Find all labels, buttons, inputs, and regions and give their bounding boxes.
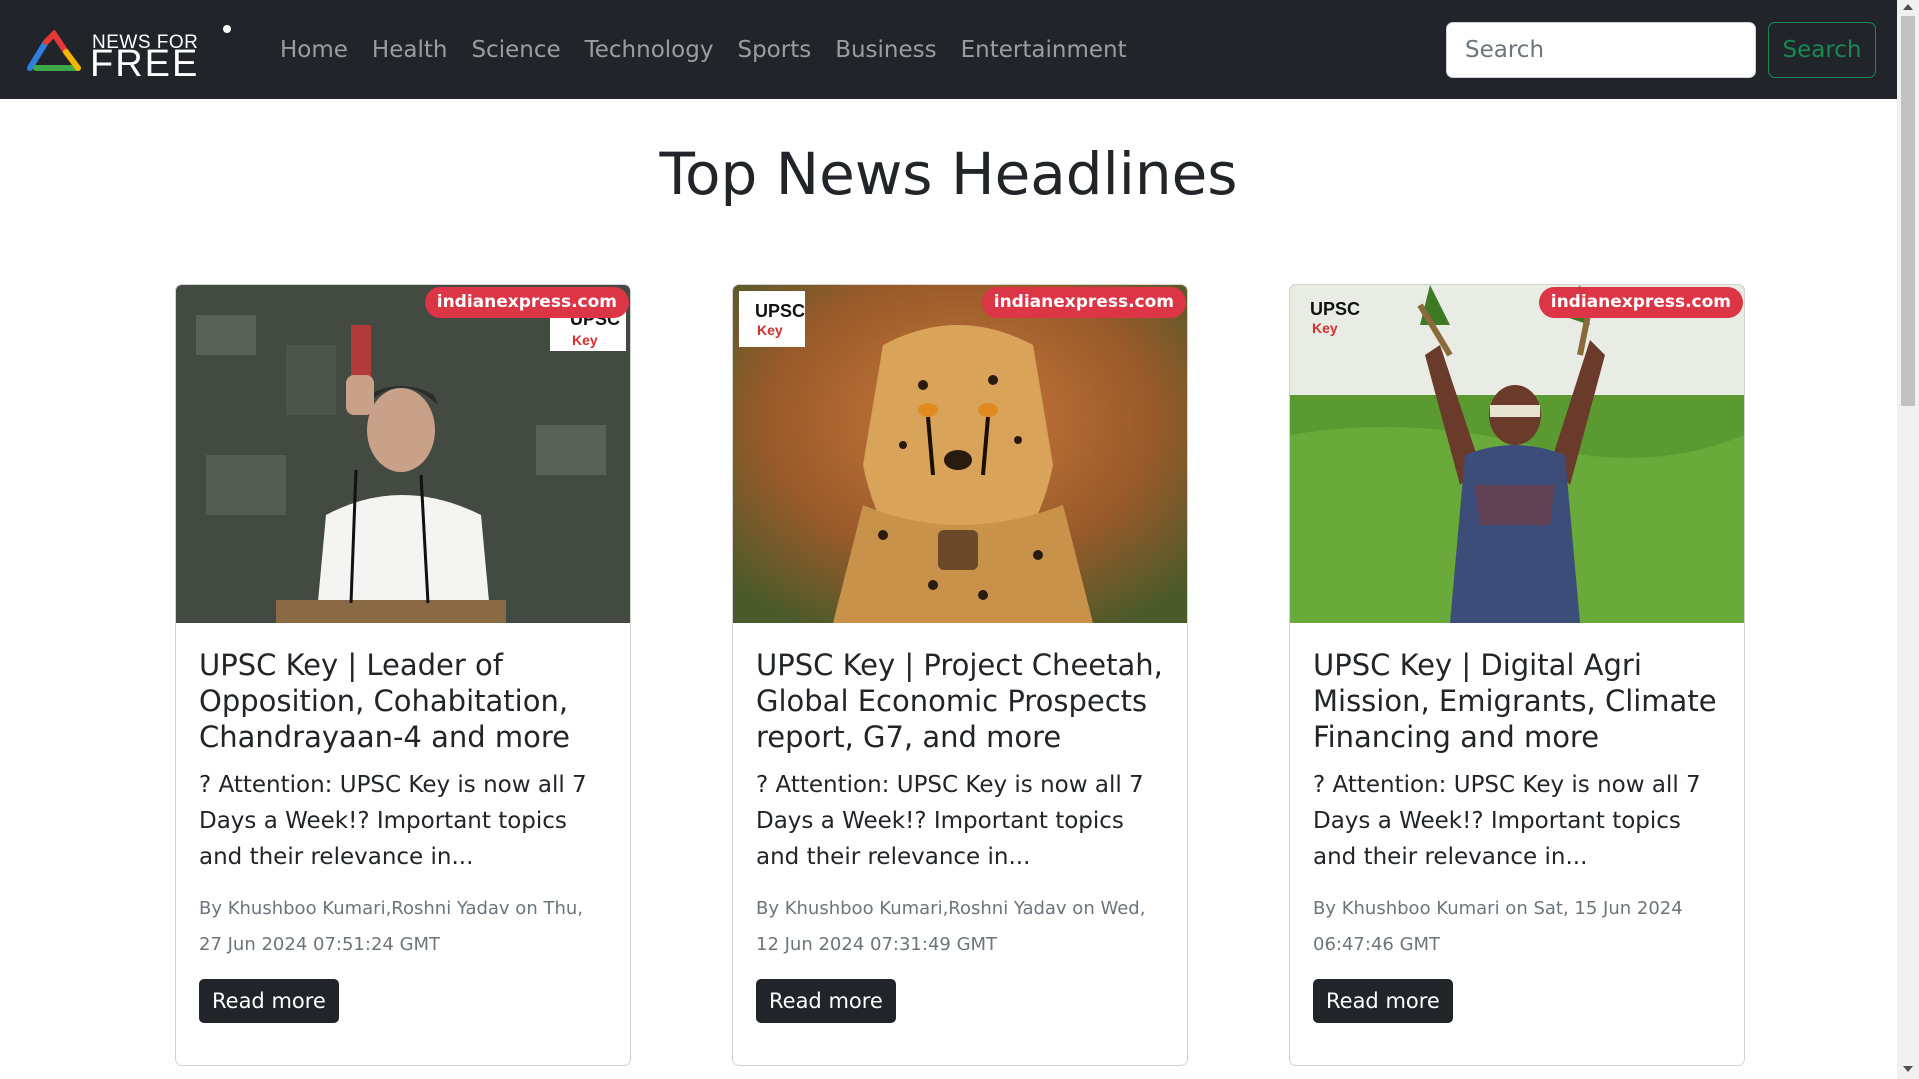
scroll-down-arrow-icon[interactable]	[1903, 1066, 1913, 1072]
search-button[interactable]: Search	[1768, 22, 1876, 78]
card-description: ? Attention: UPSC Key is now all 7 Days …	[199, 772, 587, 870]
card-title: UPSC Key | Digital Agri Mission, Emigran…	[1313, 648, 1717, 754]
card-1-logo-key: Key	[572, 332, 598, 348]
card-body: UPSC Key | Digital Agri Mission, Emigran…	[1313, 647, 1723, 1023]
search-input[interactable]	[1446, 22, 1756, 78]
card-title: UPSC Key | Leader of Opposition, Cohabit…	[199, 648, 570, 754]
card-2-logo-key: Key	[757, 322, 783, 338]
nav-item-entertainment[interactable]: Entertainment	[949, 34, 1139, 66]
nav-item-health[interactable]: Health	[360, 34, 460, 66]
brand-logo[interactable]: NEWS FOR FREE	[26, 22, 231, 84]
source-badge: indianexpress.com	[424, 287, 629, 318]
scroll-up-arrow-icon[interactable]	[1903, 4, 1913, 10]
logo-triangle-icon	[27, 30, 81, 71]
read-more-button[interactable]: Read more	[756, 979, 896, 1023]
source-badge: indianexpress.com	[981, 287, 1186, 318]
news-card: UPSC Key indianexpress.com UPSC Key | Di…	[1289, 284, 1745, 1066]
news-image[interactable]: UPSC Key indianexpress.com	[1290, 285, 1744, 623]
brand-dot	[223, 25, 231, 33]
card-meta: By Khushboo Kumari,Roshni Yadav on Wed, …	[756, 898, 1146, 955]
card-3-logo-key: Key	[1312, 320, 1338, 336]
page-title: Top News Headlines	[659, 140, 1238, 208]
news-image[interactable]: UPSC Key indianexpress.com	[733, 285, 1187, 623]
page: NEWS FOR FREE Home Health Science Techno…	[0, 0, 1919, 1079]
news-card: UPSC Key indianexpress.com UPSC Key | Pr…	[732, 284, 1188, 1066]
nav-item-sports[interactable]: Sports	[725, 34, 823, 66]
nav-item-business[interactable]: Business	[823, 34, 948, 66]
scroll-thumb[interactable]	[1901, 16, 1915, 406]
brand-line2: FREE	[90, 43, 200, 85]
nav-item-home[interactable]: Home	[268, 34, 360, 66]
read-more-button[interactable]: Read more	[1313, 979, 1453, 1023]
card-body: UPSC Key | Leader of Opposition, Cohabit…	[199, 647, 609, 1023]
card-meta: By Khushboo Kumari,Roshni Yadav on Thu, …	[199, 898, 583, 955]
card-meta: By Khushboo Kumari on Sat, 15 Jun 2024 0…	[1313, 898, 1683, 955]
card-3-logo-upsc: UPSC	[1310, 299, 1360, 319]
read-more-button[interactable]: Read more	[199, 979, 339, 1023]
card-description: ? Attention: UPSC Key is now all 7 Days …	[1313, 772, 1701, 870]
nav-item-science[interactable]: Science	[459, 34, 572, 66]
news-image[interactable]: UPSC Key indianexpress.com	[176, 285, 630, 623]
card-2-logo-upsc: UPSC	[755, 301, 805, 321]
navbar: NEWS FOR FREE Home Health Science Techno…	[0, 0, 1897, 99]
source-badge: indianexpress.com	[1538, 287, 1743, 318]
card-description: ? Attention: UPSC Key is now all 7 Days …	[756, 772, 1144, 870]
nav-links: Home Health Science Technology Sports Bu…	[268, 34, 1139, 66]
news-card: UPSC Key indianexpress.com UPSC Key | Le…	[175, 284, 631, 1066]
card-body: UPSC Key | Project Cheetah, Global Econo…	[756, 647, 1166, 1023]
scrollbar[interactable]	[1897, 0, 1919, 1079]
nav-item-technology[interactable]: Technology	[573, 34, 726, 66]
card-title: UPSC Key | Project Cheetah, Global Econo…	[756, 648, 1163, 754]
